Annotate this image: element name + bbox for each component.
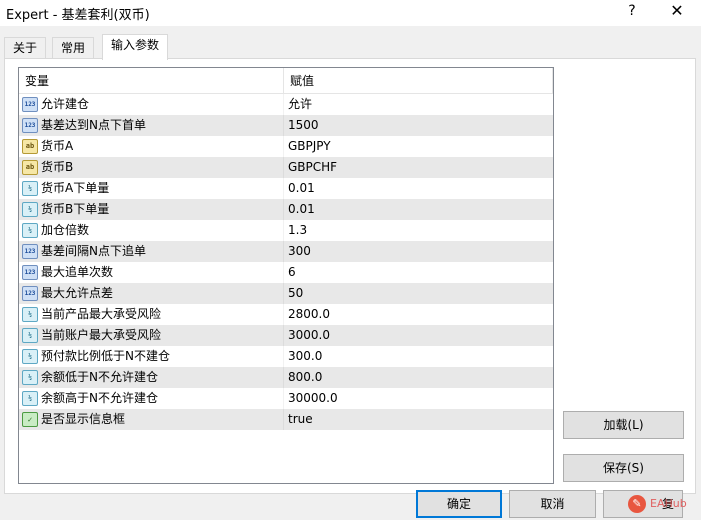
tab-about[interactable]: 关于 <box>4 37 47 59</box>
table-row[interactable]: ½ 货币A下单量 0.01 <box>19 178 553 199</box>
double-icon: ½ <box>22 181 38 196</box>
table-row[interactable]: 123 最大允许点差 50 <box>19 283 553 304</box>
table-row[interactable]: 123 最大追单次数 6 <box>19 262 553 283</box>
parameter-value[interactable]: 30000.0 <box>288 388 338 409</box>
column-header-variable[interactable]: 变量 <box>19 68 283 94</box>
parameter-value[interactable]: GBPJPY <box>288 136 331 157</box>
parameter-value[interactable]: 6 <box>288 262 296 283</box>
window-title: Expert - 基差套利(双币) <box>6 8 150 23</box>
table-row[interactable]: ½ 加仓倍数 1.3 <box>19 220 553 241</box>
table-row[interactable]: ½ 当前产品最大承受风险 2800.0 <box>19 304 553 325</box>
double-icon: ½ <box>22 223 38 238</box>
integer-icon: 123 <box>22 118 38 133</box>
parameter-name: 最大追单次数 <box>41 265 114 279</box>
watermark-text: EAHub <box>650 497 687 510</box>
double-icon: ½ <box>22 370 38 385</box>
parameter-value[interactable]: 300.0 <box>288 346 322 367</box>
parameter-value[interactable]: 1.3 <box>288 220 307 241</box>
parameter-name: 预付款比例低于N不建仓 <box>41 349 170 363</box>
parameters-list[interactable]: 变量 赋值 123 允许建仓 允许 123 基差达到N点下首单 1500 ab 货币A GBPJ… <box>18 67 554 484</box>
column-divider <box>283 94 284 115</box>
parameter-name: 货币B下单量 <box>41 202 110 216</box>
parameter-value[interactable]: 50 <box>288 283 303 304</box>
parameter-name: 基差达到N点下首单 <box>41 118 146 132</box>
table-row[interactable]: 123 基差达到N点下首单 1500 <box>19 115 553 136</box>
double-icon: ½ <box>22 391 38 406</box>
double-icon: ½ <box>22 307 38 322</box>
boolean-icon: ✓ <box>22 412 38 427</box>
parameter-value[interactable]: 3000.0 <box>288 325 330 346</box>
double-icon: ½ <box>22 349 38 364</box>
watermark: ✎ EAHub <box>628 495 700 515</box>
table-row[interactable]: ab 货币A GBPJPY <box>19 136 553 157</box>
parameter-name: 当前产品最大承受风险 <box>41 307 162 321</box>
integer-icon: 123 <box>22 286 38 301</box>
table-row[interactable]: ½ 当前账户最大承受风险 3000.0 <box>19 325 553 346</box>
parameter-value[interactable]: 允许 <box>288 94 312 115</box>
column-divider <box>283 136 284 157</box>
double-icon: ½ <box>22 202 38 217</box>
help-button[interactable]: ? <box>620 1 644 23</box>
column-divider <box>283 199 284 220</box>
cancel-button[interactable]: 取消 <box>509 490 596 518</box>
parameter-value[interactable]: true <box>288 409 313 430</box>
parameter-name: 允许建仓 <box>41 97 90 111</box>
column-divider <box>283 115 284 136</box>
parameter-value[interactable]: 1500 <box>288 115 319 136</box>
parameter-value[interactable]: 800.0 <box>288 367 322 388</box>
parameter-name: 加仓倍数 <box>41 223 90 237</box>
column-divider <box>283 409 284 430</box>
column-divider <box>283 367 284 388</box>
table-row[interactable]: ab 货币B GBPCHF <box>19 157 553 178</box>
parameter-name: 货币B <box>41 160 74 174</box>
parameter-name: 是否显示信息框 <box>41 412 126 426</box>
parameter-name: 余额低于N不允许建仓 <box>41 370 158 384</box>
parameter-name: 余额高于N不允许建仓 <box>41 391 158 405</box>
table-row[interactable]: ½ 预付款比例低于N不建仓 300.0 <box>19 346 553 367</box>
column-divider <box>283 241 284 262</box>
double-icon: ½ <box>22 328 38 343</box>
column-divider <box>283 325 284 346</box>
table-row[interactable]: ½ 余额低于N不允许建仓 800.0 <box>19 367 553 388</box>
tab-common[interactable]: 常用 <box>52 37 95 59</box>
load-button[interactable]: 加载(L) <box>563 411 684 439</box>
integer-icon: 123 <box>22 97 38 112</box>
integer-icon: 123 <box>22 244 38 259</box>
integer-icon: 123 <box>22 265 38 280</box>
column-divider <box>283 262 284 283</box>
parameter-value[interactable]: 2800.0 <box>288 304 330 325</box>
table-row[interactable]: 123 允许建仓 允许 <box>19 94 553 115</box>
parameter-name: 基差间隔N点下追单 <box>41 244 146 258</box>
column-divider <box>283 346 284 367</box>
watermark-logo-icon: ✎ <box>628 495 646 513</box>
column-divider <box>283 283 284 304</box>
column-divider <box>283 388 284 409</box>
table-row[interactable]: ✓ 是否显示信息框 true <box>19 409 553 430</box>
save-button[interactable]: 保存(S) <box>563 454 684 482</box>
close-button[interactable]: ✕ <box>664 1 690 23</box>
parameter-name: 货币A下单量 <box>41 181 110 195</box>
parameter-value[interactable]: 0.01 <box>288 199 315 220</box>
parameter-value[interactable]: 300 <box>288 241 311 262</box>
parameter-value[interactable]: 0.01 <box>288 178 315 199</box>
column-header-value[interactable]: 赋值 <box>284 68 552 94</box>
parameter-name: 最大允许点差 <box>41 286 114 300</box>
column-divider <box>283 220 284 241</box>
table-row[interactable]: ½ 货币B下单量 0.01 <box>19 199 553 220</box>
parameter-value[interactable]: GBPCHF <box>288 157 337 178</box>
column-divider[interactable] <box>552 68 553 94</box>
string-icon: ab <box>22 139 38 154</box>
title-bar: Expert - 基差套利(双币) ? ✕ <box>0 0 701 26</box>
list-header: 变量 赋值 <box>19 68 553 94</box>
table-row[interactable]: 123 基差间隔N点下追单 300 <box>19 241 553 262</box>
column-divider <box>283 178 284 199</box>
tab-input-params[interactable]: 输入参数 <box>102 34 169 60</box>
parameter-name: 货币A <box>41 139 74 153</box>
ok-button[interactable]: 确定 <box>416 490 502 518</box>
parameter-name: 当前账户最大承受风险 <box>41 328 162 342</box>
table-row[interactable]: ½ 余额高于N不允许建仓 30000.0 <box>19 388 553 409</box>
column-divider <box>283 157 284 178</box>
string-icon: ab <box>22 160 38 175</box>
column-divider <box>283 304 284 325</box>
